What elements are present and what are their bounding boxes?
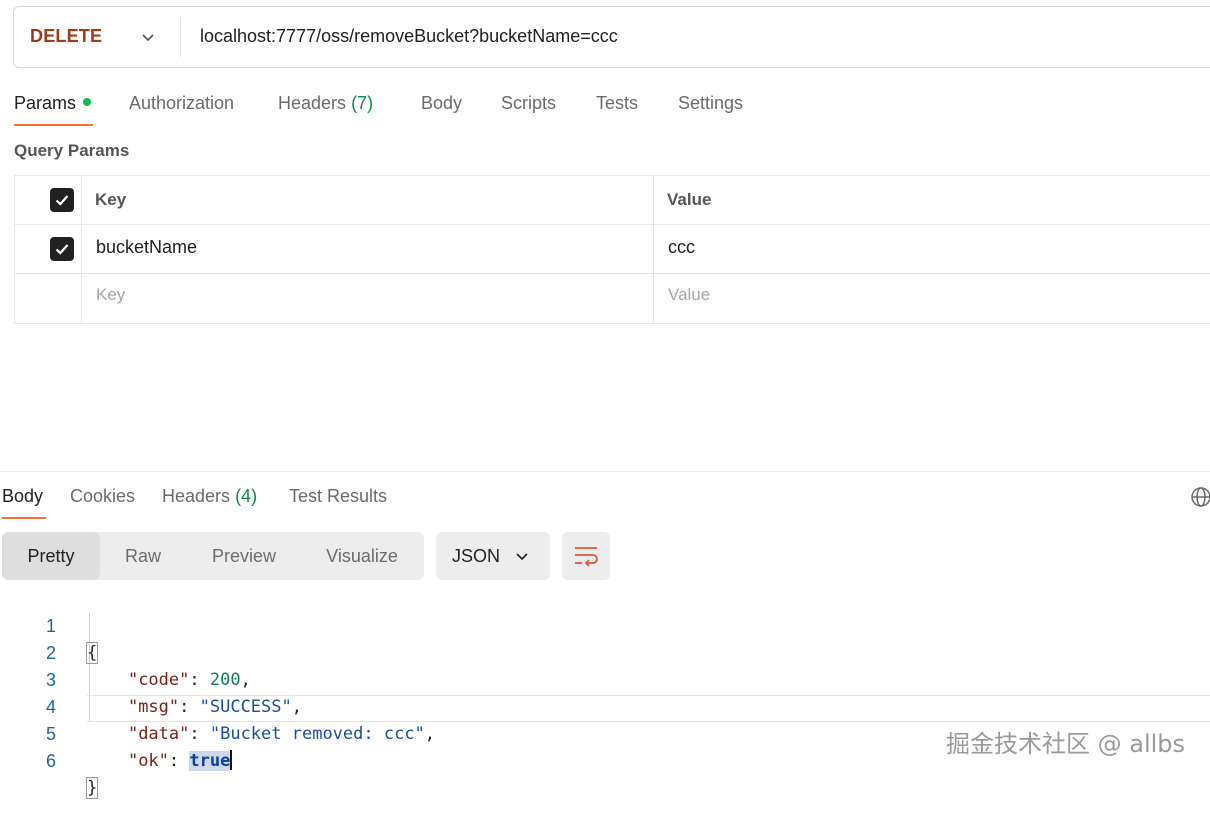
param-key-cell[interactable]: bucketName xyxy=(96,237,197,258)
headers-count: (7) xyxy=(351,93,374,113)
column-divider xyxy=(81,176,82,323)
tab-label: Scripts xyxy=(501,93,557,113)
tab-scripts[interactable]: Scripts xyxy=(501,93,556,114)
close-brace: } xyxy=(85,777,99,799)
response-tab-cookies[interactable]: Cookies xyxy=(70,486,135,507)
response-tab-headers[interactable]: Headers (4) xyxy=(162,486,257,507)
globe-icon[interactable] xyxy=(1190,486,1210,508)
wrap-lines-button[interactable] xyxy=(562,532,610,580)
tab-label: Cookies xyxy=(70,486,136,506)
value-column-header: Value xyxy=(667,190,712,209)
response-divider xyxy=(0,471,1210,472)
tab-label: Headers xyxy=(278,93,347,113)
check-icon xyxy=(55,195,69,206)
tab-settings[interactable]: Settings xyxy=(678,93,743,114)
active-tab-underline xyxy=(14,124,93,126)
code-line: 2 "code": 200, xyxy=(0,613,1210,690)
response-tab-test-results[interactable]: Test Results xyxy=(289,486,387,507)
code-line: 5 "ok": true xyxy=(0,694,1210,771)
tab-label: Params xyxy=(14,93,77,113)
format-select[interactable]: JSON xyxy=(436,532,550,580)
check-icon xyxy=(55,244,69,255)
text-cursor xyxy=(230,750,233,770)
response-headers-count: (4) xyxy=(235,486,258,506)
tab-label: Body xyxy=(421,93,463,113)
method-select[interactable]: DELETE xyxy=(30,26,102,47)
response-tab-body[interactable]: Body xyxy=(2,486,43,507)
wrap-lines-icon xyxy=(575,547,598,567)
code-line: 4 "data": "Bucket removed: ccc", xyxy=(0,667,1210,744)
code-line: 3 "msg": "SUCCESS", xyxy=(0,640,1210,717)
params-active-dot xyxy=(83,98,92,106)
url-bar: DELETE localhost:7777/oss/removeBucket?b… xyxy=(13,6,1210,68)
tab-label: Body xyxy=(2,486,44,506)
tab-label: Settings xyxy=(678,93,744,113)
view-visualize-button[interactable]: Visualize xyxy=(310,532,414,580)
view-pretty-button[interactable]: Pretty xyxy=(2,532,100,580)
url-input[interactable]: localhost:7777/oss/removeBucket?bucketNa… xyxy=(200,26,618,47)
column-divider xyxy=(653,176,654,323)
query-params-title: Query Params xyxy=(14,141,130,160)
tab-authorization[interactable]: Authorization xyxy=(129,93,234,114)
new-key-input[interactable]: Key xyxy=(96,285,125,305)
view-preview-button[interactable]: Preview xyxy=(196,532,292,580)
format-label: JSON xyxy=(452,546,501,566)
tab-headers[interactable]: Headers (7) xyxy=(278,93,373,114)
tab-body[interactable]: Body xyxy=(421,93,462,114)
json-boolean: true xyxy=(189,751,231,771)
params-table: Key Value bucketName ccc Key Value xyxy=(14,175,1210,324)
row-checkbox[interactable] xyxy=(50,237,74,261)
param-value-cell[interactable]: ccc xyxy=(668,237,695,258)
json-key: "ok" xyxy=(127,751,169,771)
view-raw-button[interactable]: Raw xyxy=(108,532,178,580)
watermark: 掘金技术社区 @ allbs xyxy=(946,730,1186,758)
row-divider xyxy=(15,224,1210,225)
tab-tests[interactable]: Tests xyxy=(596,93,638,114)
url-divider xyxy=(180,17,181,57)
view-mode-group: Pretty Raw Preview Visualize xyxy=(2,532,424,580)
new-value-input[interactable]: Value xyxy=(668,285,710,305)
chevron-down-icon xyxy=(516,553,528,561)
tab-label: Authorization xyxy=(129,93,235,113)
active-response-tab-underline xyxy=(2,517,46,519)
select-all-checkbox[interactable] xyxy=(50,188,74,212)
tab-label: Headers xyxy=(162,486,231,506)
tab-label: Tests xyxy=(596,93,639,113)
code-line: 1 { xyxy=(0,586,1210,664)
tab-label: Test Results xyxy=(289,486,388,506)
row-divider xyxy=(15,273,1210,274)
line-number: 6 xyxy=(45,751,56,771)
chevron-down-icon[interactable] xyxy=(140,29,156,45)
key-column-header: Key xyxy=(95,190,127,209)
tab-params[interactable]: Params xyxy=(14,93,92,114)
